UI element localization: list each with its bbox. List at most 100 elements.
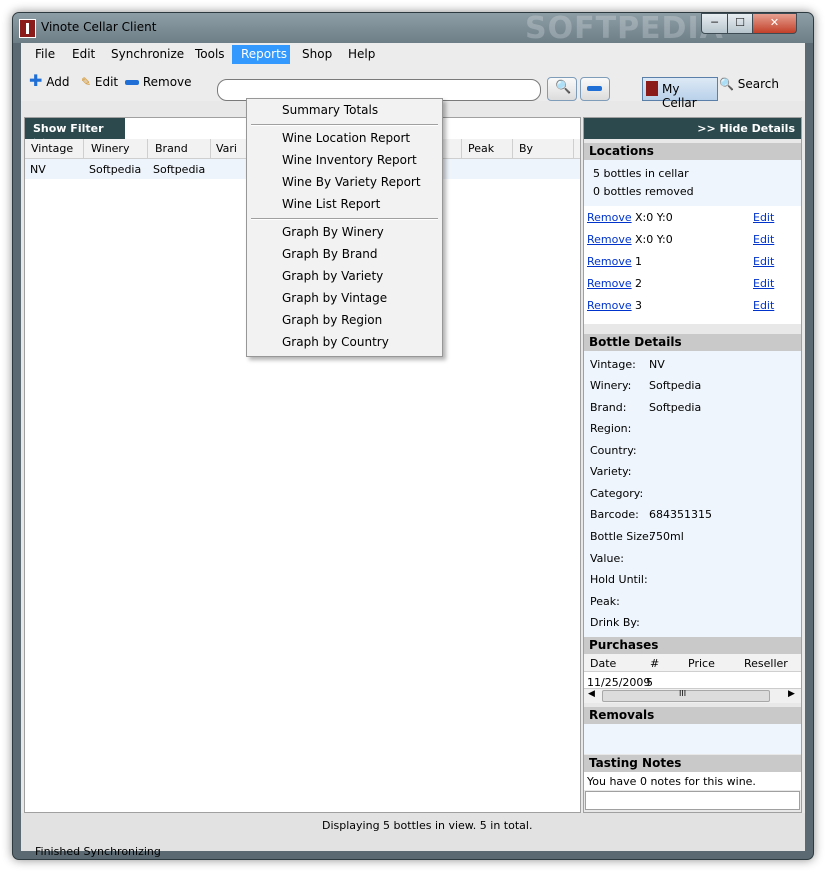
show-filter-button[interactable]: Show Filter >> [25, 118, 125, 148]
title-bar[interactable]: Vinote Cellar Client SOFTPEDIA ─ ☐ ✕ [13, 13, 813, 46]
edit-location-link[interactable]: Edit [753, 299, 774, 312]
menu-file[interactable]: File [35, 47, 55, 61]
tasting-notes-text: You have 0 notes for this wine. [587, 775, 756, 788]
remove-location-link[interactable]: Remove [587, 211, 632, 224]
field-label: Brand: [590, 401, 627, 414]
column-divider[interactable] [210, 139, 211, 158]
cell-winery: Softpedia [89, 163, 142, 176]
tasting-notes-header: Tasting Notes [584, 755, 801, 772]
hide-details-label: >> Hide Details [697, 122, 795, 135]
menu-tools[interactable]: Tools [195, 47, 225, 61]
menuitem-wine-inventory-report[interactable]: Wine Inventory Report [282, 153, 417, 167]
minimize-button[interactable]: ─ [701, 13, 728, 34]
col-price[interactable]: Price [688, 657, 715, 670]
maximize-button[interactable]: ☐ [727, 13, 753, 34]
location-list: Remove X:0 Y:0 Edit Remove X:0 Y:0 Edit … [584, 206, 801, 324]
scroll-left-icon[interactable]: ◀ [588, 689, 595, 699]
magnifier-icon: 🔍 [719, 77, 734, 91]
menuitem-wine-location-report[interactable]: Wine Location Report [282, 131, 410, 145]
close-button[interactable]: ✕ [752, 13, 797, 34]
toolbar: ✚ Add ✎ Edit Remove 🔍 My Cellar 🔍 Search [21, 65, 805, 110]
field-label: Region: [590, 422, 632, 435]
edit-location-link[interactable]: Edit [753, 255, 774, 268]
add-button[interactable]: ✚ Add [29, 73, 69, 90]
tasting-notes-input[interactable] [585, 791, 800, 810]
table-row[interactable]: 11/25/2009 5 [584, 674, 801, 689]
purchases-horizontal-scrollbar[interactable]: ◀ III ▶ [584, 688, 801, 703]
col-brand[interactable]: Brand [155, 142, 188, 155]
col-reseller[interactable]: Reseller [744, 657, 788, 670]
edit-location-link[interactable]: Edit [753, 233, 774, 246]
menu-edit[interactable]: Edit [72, 47, 95, 61]
column-divider[interactable] [461, 139, 462, 158]
tasting-notes-body: You have 0 notes for this wine. [584, 772, 801, 790]
locations-header: Locations [584, 143, 801, 160]
col-drink-by[interactable]: By [519, 142, 533, 155]
menuitem-wine-list-report[interactable]: Wine List Report [282, 197, 380, 211]
scroll-thumb[interactable]: III [602, 689, 770, 702]
field-label: Barcode: [590, 508, 639, 521]
field-label: Bottle Size: [590, 530, 653, 543]
column-divider[interactable] [147, 139, 148, 158]
menuitem-graph-by-region[interactable]: Graph by Region [282, 313, 382, 327]
window-title: Vinote Cellar Client [41, 20, 157, 34]
column-divider[interactable] [83, 139, 84, 158]
edit-label: Edit [94, 75, 119, 89]
sync-status-text: Finished Synchronizing [35, 845, 161, 858]
tasting-notes-title: Tasting Notes [589, 756, 682, 770]
col-quantity[interactable]: # [650, 657, 659, 670]
search-go-button[interactable]: 🔍 [547, 77, 577, 101]
search-button[interactable]: 🔍 Search [719, 77, 779, 91]
menu-help[interactable]: Help [348, 47, 375, 61]
menu-shop[interactable]: Shop [302, 47, 332, 61]
menuitem-graph-by-variety[interactable]: Graph by Variety [282, 269, 383, 283]
scroll-grip: III [679, 689, 687, 698]
reports-menu-dropdown: Summary Totals Wine Location Report Wine… [246, 98, 443, 357]
list-item: Remove 2 Edit [584, 275, 801, 293]
remove-location-link[interactable]: Remove [587, 255, 632, 268]
status-bar: Displaying 5 bottles in view. 5 in total… [21, 813, 805, 858]
column-divider[interactable] [573, 139, 574, 158]
col-variety[interactable]: Vari [216, 142, 237, 155]
menuitem-graph-by-vintage[interactable]: Graph by Vintage [282, 291, 387, 305]
edit-location-link[interactable]: Edit [753, 211, 774, 224]
col-vintage[interactable]: Vintage [31, 142, 73, 155]
app-window: Vinote Cellar Client SOFTPEDIA ─ ☐ ✕ Fil… [12, 12, 814, 860]
close-icon: ✕ [769, 16, 780, 29]
hide-details-button[interactable]: >> Hide Details [584, 118, 801, 139]
bottle-details-title: Bottle Details [589, 335, 682, 349]
field-value-vintage: NV [649, 358, 665, 371]
menuitem-graph-by-winery[interactable]: Graph By Winery [282, 225, 384, 239]
menuitem-summary-totals[interactable]: Summary Totals [282, 103, 378, 117]
list-item: Remove 3 Edit [584, 297, 801, 315]
column-divider[interactable] [512, 139, 513, 158]
remove-location-link[interactable]: Remove [587, 299, 632, 312]
removals-header: Removals [584, 707, 801, 724]
location-value: 1 [635, 255, 642, 268]
menu-synchronize[interactable]: Synchronize [111, 47, 184, 61]
field-label: Vintage: [590, 358, 636, 371]
remove-location-link[interactable]: Remove [587, 233, 632, 246]
menuitem-graph-by-country[interactable]: Graph by Country [282, 335, 389, 349]
edit-location-link[interactable]: Edit [753, 277, 774, 290]
scroll-right-icon[interactable]: ▶ [788, 689, 795, 699]
bottles-removed: 0 bottles removed [593, 185, 694, 198]
my-cellar-button[interactable]: My Cellar [642, 77, 718, 110]
menuitem-graph-by-brand[interactable]: Graph By Brand [282, 247, 378, 261]
menu-reports[interactable]: Reports [232, 45, 290, 64]
client-area: File Edit Synchronize Tools Reports Shop… [21, 43, 805, 858]
search-label: Search [737, 77, 780, 91]
edit-button[interactable]: ✎ Edit [81, 75, 118, 89]
remove-button[interactable]: Remove [125, 75, 192, 89]
menu-separator [251, 218, 438, 220]
bottle-details-body: Vintage: NV Winery: Softpedia Brand: Sof… [584, 351, 801, 637]
search-clear-button[interactable] [580, 77, 610, 101]
col-date[interactable]: Date [590, 657, 616, 670]
col-winery[interactable]: Winery [91, 142, 129, 155]
details-panel: >> Hide Details Locations 5 bottles in c… [583, 117, 802, 813]
menuitem-wine-by-variety-report[interactable]: Wine By Variety Report [282, 175, 421, 189]
menu-separator [251, 124, 438, 126]
field-value-bottle-size: 750ml [649, 530, 684, 543]
remove-location-link[interactable]: Remove [587, 277, 632, 290]
col-peak[interactable]: Peak [468, 142, 494, 155]
